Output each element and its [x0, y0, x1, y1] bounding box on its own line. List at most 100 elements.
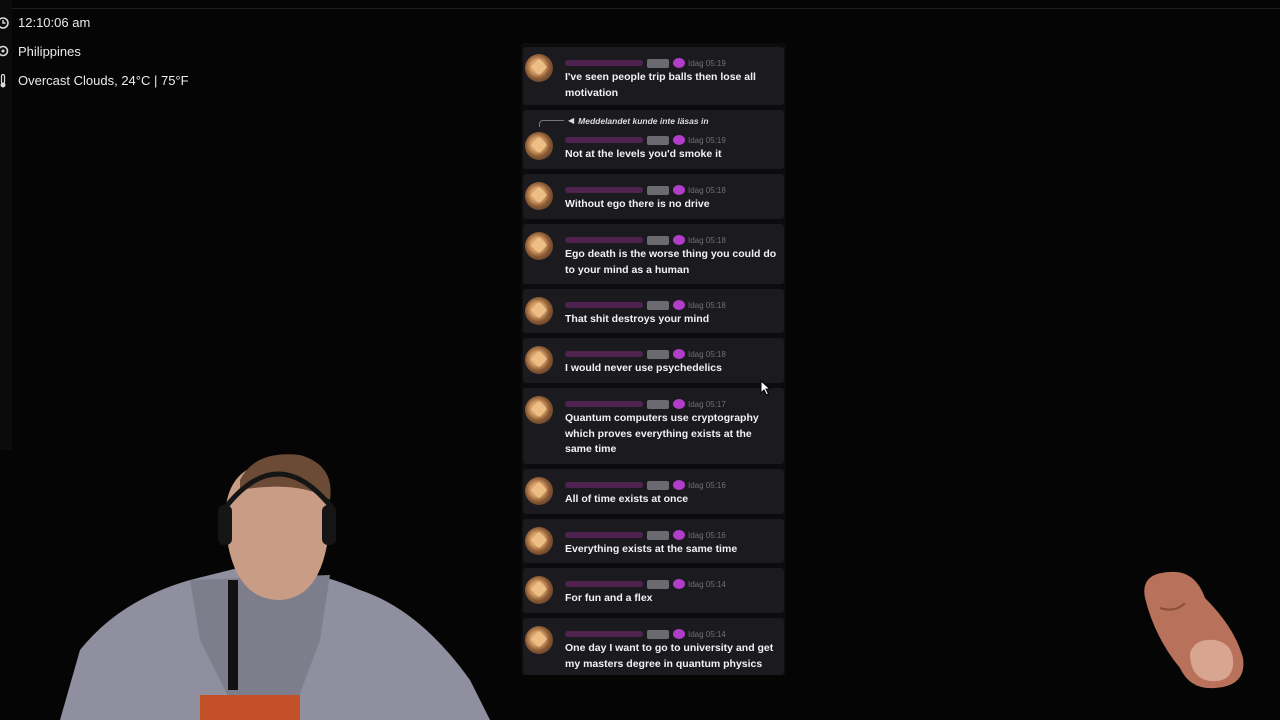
avatar: [525, 54, 553, 82]
message-header: Idag 05:14: [565, 578, 726, 590]
chat-message: Idag 05:14 For fun and a flex: [523, 568, 784, 613]
message-time: Idag 05:16: [688, 480, 726, 490]
chat-message: Idag 05:18 That shit destroys your mind: [523, 289, 784, 333]
reply-connector: [539, 120, 564, 127]
webcam-streamer: [0, 450, 490, 720]
message-time: Idag 05:17: [688, 399, 726, 409]
chat-message: Idag 05:18 Ego death is the worse thing …: [523, 224, 784, 284]
badge-icon: [647, 349, 669, 359]
reply-arrow-icon: ◀: [568, 116, 575, 125]
chat-screenshot: Idag 05:19 I've seen people trip balls t…: [521, 43, 786, 675]
weather-row: Overcast Clouds, 24°C | 75°F: [0, 66, 189, 95]
message-time: Idag 05:16: [688, 530, 726, 540]
badge-icon: [647, 629, 669, 639]
role-icon: [673, 530, 685, 540]
message-text: Quantum computers use cryptography which…: [565, 412, 759, 455]
thumb-sticker-icon: [1144, 571, 1244, 689]
role-icon: [673, 579, 685, 589]
username-blurred: [565, 60, 643, 66]
username-blurred: [565, 482, 643, 488]
role-icon: [673, 629, 685, 639]
message-header: Idag 05:16: [565, 479, 726, 491]
badge-icon: [647, 530, 669, 540]
username-blurred: [565, 237, 643, 243]
message-time: Idag 05:14: [688, 629, 726, 639]
message-header: Idag 05:18: [565, 234, 726, 246]
message-time: Idag 05:18: [688, 235, 726, 245]
message-header: Idag 05:16: [565, 529, 726, 541]
message-header: Idag 05:19: [565, 134, 726, 146]
badge-icon: [647, 235, 669, 245]
badge-icon: [647, 399, 669, 409]
avatar: [525, 132, 553, 160]
role-icon: [673, 399, 685, 409]
role-icon: [673, 300, 685, 310]
avatar: [525, 477, 553, 505]
chat-message: Idag 05:18 Without ego there is no drive: [523, 174, 784, 219]
location-row: Philippines: [0, 37, 189, 66]
current-time: 12:10:06 am: [18, 15, 91, 30]
chat-message: Idag 05:19 I've seen people trip balls t…: [523, 47, 784, 105]
avatar: [525, 346, 553, 374]
role-icon: [673, 185, 685, 195]
message-text: Ego death is the worse thing you could d…: [565, 248, 777, 276]
username-blurred: [565, 302, 643, 308]
username-blurred: [565, 137, 643, 143]
message-header: Idag 05:18: [565, 184, 726, 196]
message-header: Idag 05:17: [565, 398, 726, 410]
role-icon: [673, 480, 685, 490]
message-header: Idag 05:14: [565, 628, 726, 640]
stream-info-overlay: 12:10:06 am Philippines Overcast Clouds,…: [0, 8, 189, 95]
chat-message: Idag 05:14 One day I want to go to unive…: [523, 618, 784, 675]
avatar: [525, 297, 553, 325]
avatar: [525, 527, 553, 555]
message-text: Everything exists at the same time: [565, 543, 738, 555]
top-divider: [0, 8, 1280, 9]
avatar: [525, 232, 553, 260]
chat-message: Idag 05:18 I would never use psychedelic…: [523, 338, 784, 383]
location-text: Philippines: [18, 44, 81, 59]
role-icon: [673, 135, 685, 145]
badge-icon: [647, 58, 669, 68]
location-pin-icon: [0, 45, 9, 56]
message-header: Idag 05:18: [565, 299, 726, 311]
avatar: [525, 182, 553, 210]
badge-icon: [647, 300, 669, 310]
chat-message: ◀ Meddelandet kunde inte läsas in Idag 0…: [523, 110, 784, 169]
message-time: Idag 05:19: [688, 135, 726, 145]
role-icon: [673, 349, 685, 359]
avatar: [525, 626, 553, 654]
mouse-cursor-icon: [760, 380, 772, 396]
username-blurred: [565, 187, 643, 193]
message-text: I've seen people trip balls then lose al…: [565, 71, 756, 99]
clock-icon: [0, 16, 9, 29]
username-blurred: [565, 631, 643, 637]
username-blurred: [565, 351, 643, 357]
message-header: Idag 05:19: [565, 57, 726, 69]
badge-icon: [647, 579, 669, 589]
reply-preview: ◀ Meddelandet kunde inte läsas in: [539, 114, 709, 127]
message-text: One day I want to go to university and g…: [565, 642, 774, 670]
message-text: That shit destroys your mind: [565, 313, 710, 325]
badge-icon: [647, 480, 669, 490]
message-time: Idag 05:19: [688, 58, 726, 68]
weather-text: Overcast Clouds, 24°C | 75°F: [18, 73, 189, 88]
username-blurred: [565, 401, 643, 407]
message-time: Idag 05:18: [688, 300, 726, 310]
chat-message: Idag 05:16 All of time exists at once: [523, 469, 784, 514]
chat-message: Idag 05:17 Quantum computers use cryptog…: [523, 388, 784, 464]
message-text: Not at the levels you'd smoke it: [565, 148, 722, 160]
username-blurred: [565, 581, 643, 587]
message-time: Idag 05:14: [688, 579, 726, 589]
message-text: All of time exists at once: [565, 493, 689, 505]
avatar: [525, 576, 553, 604]
message-text: I would never use psychedelics: [565, 362, 722, 374]
message-time: Idag 05:18: [688, 349, 726, 359]
badge-icon: [647, 135, 669, 145]
message-text: For fun and a flex: [565, 592, 653, 604]
message-time: Idag 05:18: [688, 185, 726, 195]
username-blurred: [565, 532, 643, 538]
role-icon: [673, 235, 685, 245]
message-header: Idag 05:18: [565, 348, 726, 360]
role-icon: [673, 58, 685, 68]
